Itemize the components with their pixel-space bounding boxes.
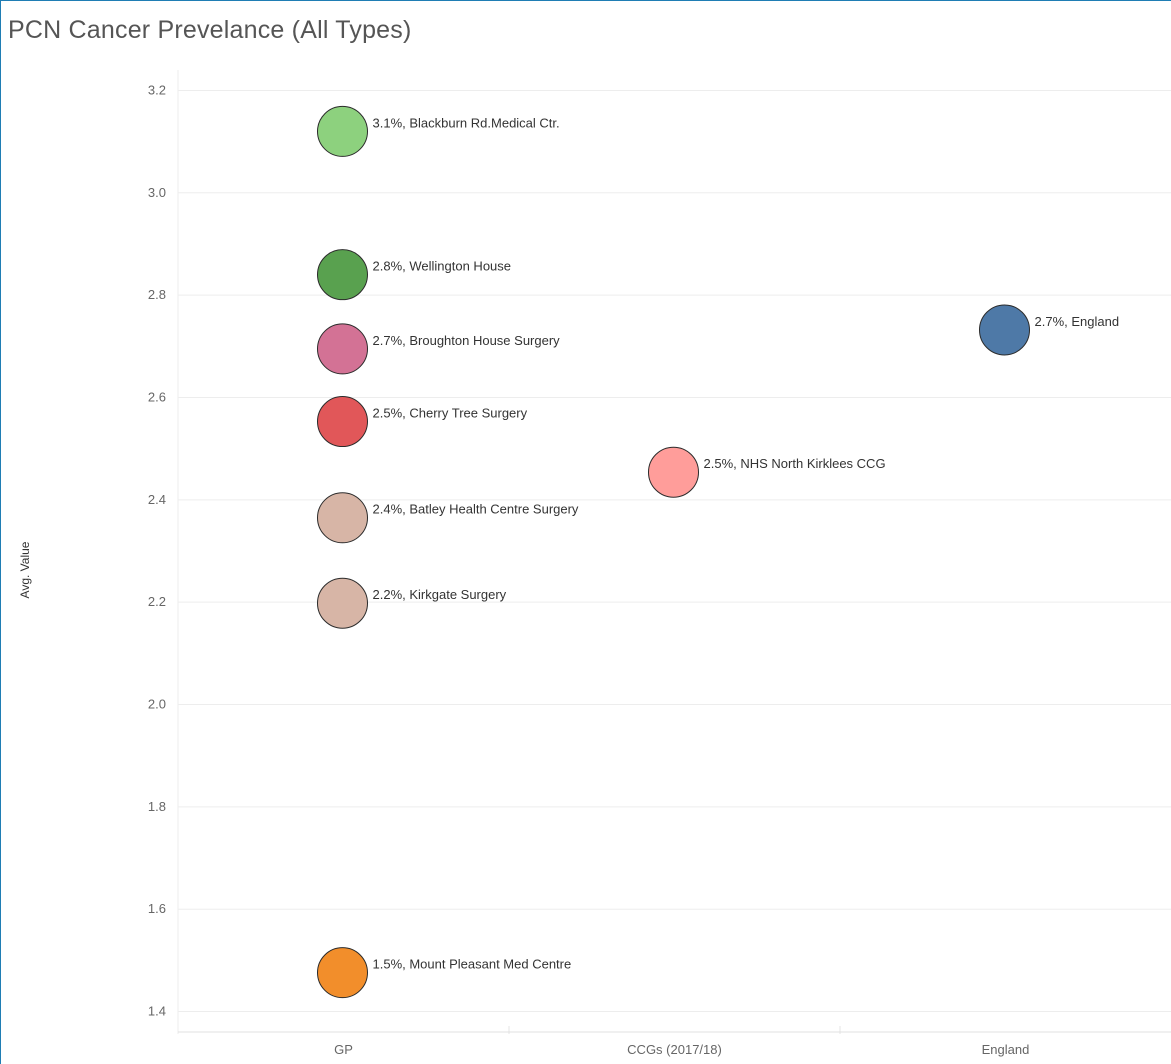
data-point: [317, 323, 368, 375]
x-tick-label: England: [982, 1042, 1030, 1057]
y-tick-label: 1.6: [148, 901, 166, 916]
data-point: [979, 304, 1030, 356]
data-label: 2.4%, Batley Health Centre Surgery: [373, 502, 579, 517]
data-label: 2.5%, NHS North Kirklees CCG: [704, 456, 886, 471]
x-tick-label: CCGs (2017/18): [627, 1042, 722, 1057]
y-tick-label: 2.6: [148, 389, 166, 404]
data-point: [317, 396, 368, 448]
data-label: 2.7%, Broughton House Surgery: [373, 333, 561, 348]
data-point: [317, 105, 368, 157]
y-tick-label: 2.8: [148, 287, 166, 302]
y-tick-label: 2.2: [148, 594, 166, 609]
data-label: 2.5%, Cherry Tree Surgery: [373, 406, 528, 421]
scatter-plot: 1.4 1.6 1.8 2.0 2.2 2.4 2.6 2.8 3.0 3.2 GP CCGs (20…: [148, 70, 1171, 1057]
y-tick-label: 1.8: [148, 799, 166, 814]
data-label: 2.2%, Kirkgate Surgery: [373, 587, 507, 602]
data-point: [317, 492, 368, 544]
data-point: [317, 947, 368, 999]
y-tick-label: 3.2: [148, 82, 166, 97]
data-point: [317, 577, 368, 629]
y-tick-label: 1.4: [148, 1004, 166, 1019]
data-point: [317, 249, 368, 301]
data-point: [648, 446, 699, 498]
x-tick-label: GP: [334, 1042, 353, 1057]
data-label: 3.1%, Blackburn Rd.Medical Ctr.: [373, 115, 560, 130]
y-tick-label: 2.4: [148, 492, 166, 507]
data-label: 1.5%, Mount Pleasant Med Centre: [373, 957, 572, 972]
data-label: 2.7%, England: [1035, 314, 1120, 329]
y-tick-label: 2.0: [148, 697, 166, 712]
data-label: 2.8%, Wellington House: [373, 259, 512, 274]
y-tick-label: 3.0: [148, 185, 166, 200]
